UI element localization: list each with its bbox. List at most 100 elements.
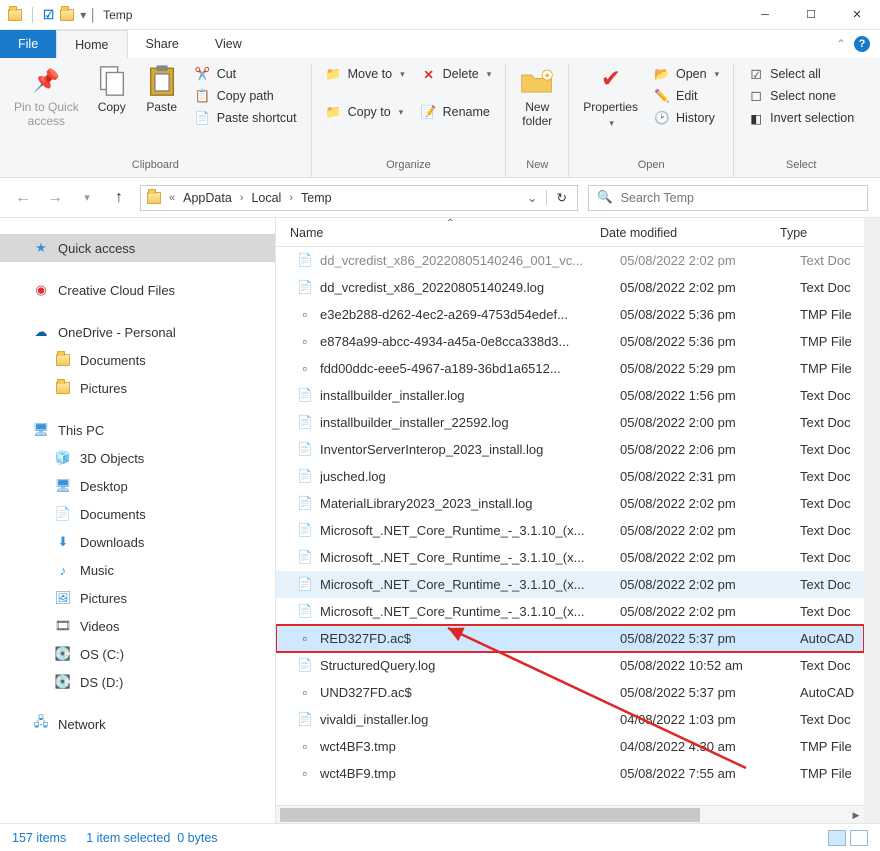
file-row[interactable]: 📄MaterialLibrary2023_2023_install.log05/… (276, 490, 864, 517)
new-folder-button[interactable]: ✦ New folder (516, 64, 558, 131)
search-input[interactable] (621, 191, 867, 205)
cut-button[interactable]: ✂️Cut (191, 64, 301, 84)
horizontal-scrollbar[interactable]: ◀ ▶ (276, 805, 864, 823)
file-row[interactable]: ▫UND327FD.ac$05/08/2022 5:37 pmAutoCAD (276, 679, 864, 706)
file-type: Text Doc (800, 658, 864, 673)
file-row[interactable]: ▫fdd00ddc-eee5-4967-a189-36bd1a6512...05… (276, 355, 864, 382)
rename-button[interactable]: 📝Rename (417, 102, 496, 122)
move-to-button[interactable]: 📁Move to▾ (322, 64, 409, 84)
column-type[interactable]: Type (780, 226, 864, 240)
sidebar-item-pictures[interactable]: 🖼Pictures (0, 584, 275, 612)
copy-path-button[interactable]: 📋Copy path (191, 86, 301, 106)
copy-button[interactable]: Copy (91, 64, 133, 116)
tab-share[interactable]: Share (128, 30, 197, 58)
checkbox-icon[interactable]: ☑ (43, 7, 54, 22)
recent-locations-button[interactable]: ▾ (76, 187, 98, 209)
paste-shortcut-icon: 📄 (195, 110, 211, 126)
file-row[interactable]: ▫wct4BF3.tmp04/08/2022 4:30 amTMP File (276, 733, 864, 760)
invert-selection-button[interactable]: ◧Invert selection (744, 108, 858, 128)
select-none-button[interactable]: ☐Select none (744, 86, 858, 106)
file-row[interactable]: ▫e3e2b288-d262-4ec2-a269-4753d54edef...0… (276, 301, 864, 328)
file-type: Text Doc (800, 469, 864, 484)
file-icon: 📄 (296, 522, 314, 540)
file-row[interactable]: ▫e8784a99-abcc-4934-a45a-0e8cca338d3...0… (276, 328, 864, 355)
tab-view[interactable]: View (197, 30, 260, 58)
breadcrumb-segment[interactable]: Local (245, 191, 287, 205)
edit-button[interactable]: ✏️Edit (650, 86, 723, 106)
drive-icon: 💽 (54, 646, 72, 662)
back-button[interactable]: ← (12, 187, 34, 209)
file-row[interactable]: 📄jusched.log05/08/2022 2:31 pmText Doc (276, 463, 864, 490)
file-row[interactable]: 📄StructuredQuery.log05/08/2022 10:52 amT… (276, 652, 864, 679)
sidebar-item-ds-d[interactable]: 💽DS (D:) (0, 668, 275, 696)
file-row[interactable]: 📄installbuilder_installer.log05/08/2022 … (276, 382, 864, 409)
paste-button[interactable]: Paste (141, 64, 183, 116)
sidebar-item-3d-objects[interactable]: 🧊3D Objects (0, 444, 275, 472)
history-button[interactable]: 🕑History (650, 108, 723, 128)
breadcrumb[interactable]: « AppData › Local › Temp ⌄ ↻ (140, 185, 578, 211)
delete-button[interactable]: ✕Delete▾ (417, 64, 496, 84)
copy-to-button[interactable]: 📁Copy to▾ (322, 102, 409, 122)
file-row[interactable]: ▫RED327FD.ac$05/08/2022 5:37 pmAutoCAD (276, 625, 864, 652)
select-all-icon: ☑ (748, 66, 764, 82)
close-button[interactable]: ✕ (834, 0, 880, 30)
column-date[interactable]: Date modified (600, 226, 780, 240)
refresh-button[interactable]: ↻ (546, 190, 577, 205)
help-icon[interactable]: ? (854, 36, 870, 52)
sidebar-item-onedrive[interactable]: ☁OneDrive - Personal (0, 318, 275, 346)
delete-icon: ✕ (421, 66, 437, 82)
file-date: 05/08/2022 5:37 pm (620, 685, 800, 700)
file-name: dd_vcredist_x86_20220805140246_001_vc... (320, 253, 620, 268)
sidebar-item-videos[interactable]: 🎞Videos (0, 612, 275, 640)
sidebar-item-quick-access[interactable]: ★Quick access (0, 234, 275, 262)
file-icon: ▫ (296, 765, 314, 783)
qatoolbar-divider: ▾ │ (80, 8, 97, 22)
column-name[interactable]: Name (276, 226, 600, 240)
file-row[interactable]: 📄Microsoft_.NET_Core_Runtime_-_3.1.10_(x… (276, 571, 864, 598)
column-headers[interactable]: ⌃ Name Date modified Type (276, 218, 864, 247)
sidebar-item-documents[interactable]: 📄Documents (0, 500, 275, 528)
select-all-button[interactable]: ☑Select all (744, 64, 858, 84)
maximize-button[interactable]: ☐ (788, 0, 834, 30)
tab-file[interactable]: File (0, 30, 56, 58)
sidebar-item-creative-cloud[interactable]: ◉Creative Cloud Files (0, 276, 275, 304)
sidebar-item-os-c[interactable]: 💽OS (C:) (0, 640, 275, 668)
file-row[interactable]: 📄Microsoft_.NET_Core_Runtime_-_3.1.10_(x… (276, 598, 864, 625)
sidebar-item-network[interactable]: 🖧Network (0, 710, 275, 738)
breadcrumb-segment[interactable]: Temp (295, 191, 338, 205)
pin-to-quick-access-button[interactable]: 📌 Pin to Quick access (10, 64, 83, 131)
up-button[interactable]: ↑ (108, 187, 130, 209)
file-row[interactable]: 📄dd_vcredist_x86_20220805140246_001_vc..… (276, 247, 864, 274)
sidebar-item-music[interactable]: ♪Music (0, 556, 275, 584)
file-row[interactable]: 📄Microsoft_.NET_Core_Runtime_-_3.1.10_(x… (276, 544, 864, 571)
forward-button[interactable]: → (44, 187, 66, 209)
cube-icon: 🧊 (54, 450, 72, 466)
minimize-button[interactable]: ─ (742, 0, 788, 30)
file-row[interactable]: 📄dd_vcredist_x86_20220805140249.log05/08… (276, 274, 864, 301)
file-row[interactable]: 📄Microsoft_.NET_Core_Runtime_-_3.1.10_(x… (276, 517, 864, 544)
file-row[interactable]: 📄InventorServerInterop_2023_install.log0… (276, 436, 864, 463)
sidebar-item-documents[interactable]: Documents (0, 346, 275, 374)
sidebar-item-desktop[interactable]: 🖥Desktop (0, 472, 275, 500)
file-icon: ▫ (296, 738, 314, 756)
navigation-pane[interactable]: ★Quick access ◉Creative Cloud Files ☁One… (0, 218, 276, 823)
file-row[interactable]: ▫wct4BF9.tmp05/08/2022 7:55 amTMP File (276, 760, 864, 787)
sidebar-item-this-pc[interactable]: 🖥This PC (0, 416, 275, 444)
file-date: 05/08/2022 2:02 pm (620, 523, 800, 538)
properties-button[interactable]: ✔ Properties▾ (579, 64, 642, 131)
breadcrumb-segment[interactable]: AppData (177, 191, 238, 205)
open-button[interactable]: 📂Open▾ (650, 64, 723, 84)
sidebar-item-downloads[interactable]: ⬇Downloads (0, 528, 275, 556)
address-dropdown-button[interactable]: ⌄ (519, 190, 545, 205)
search-box[interactable]: 🔍 (588, 185, 868, 211)
sidebar-item-pictures[interactable]: Pictures (0, 374, 275, 402)
large-icons-view-button[interactable] (850, 830, 868, 846)
collapse-ribbon-icon[interactable]: ⌃ (836, 37, 846, 51)
paste-shortcut-button[interactable]: 📄Paste shortcut (191, 108, 301, 128)
details-view-button[interactable] (828, 830, 846, 846)
file-icon: ▫ (296, 630, 314, 648)
file-row[interactable]: 📄installbuilder_installer_22592.log05/08… (276, 409, 864, 436)
tab-home[interactable]: Home (56, 30, 127, 58)
vertical-scrollbar[interactable] (864, 218, 880, 823)
file-row[interactable]: 📄vivaldi_installer.log04/08/2022 1:03 pm… (276, 706, 864, 733)
